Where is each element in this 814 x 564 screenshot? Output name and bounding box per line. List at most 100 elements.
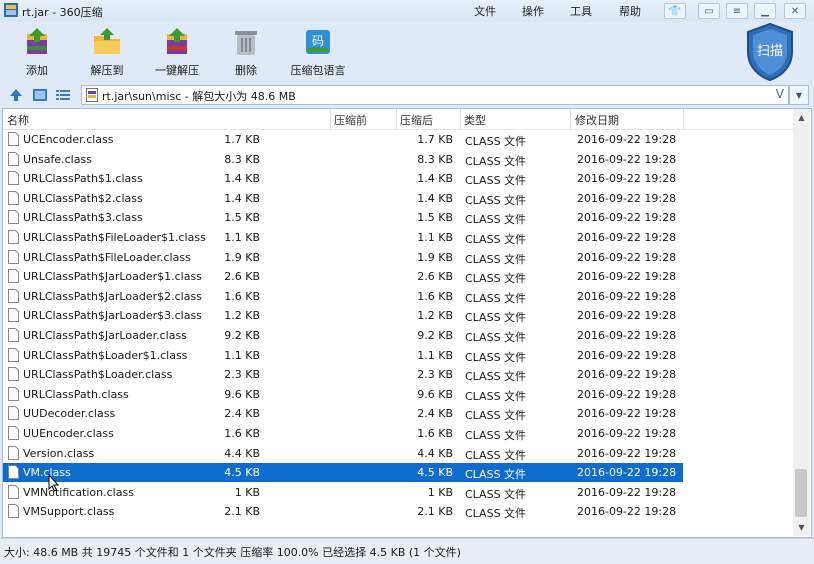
packed-before: 1.6 KB [224,427,260,440]
file-name: URLClassPath$1.class [23,172,143,186]
modified-date: 2016-09-22 19:28 [577,172,677,186]
table-row[interactable]: URLClassPath$JarLoader$1.class 2.6 KB 2.6 … [3,267,683,286]
packed-after: 9.2 KB [417,329,453,342]
table-row[interactable]: URLClassPath$Loader$1.class 1.1 KB 1.1 KB C… [3,346,683,365]
modified-date: 2016-09-22 19:28 [577,250,677,264]
delete-label: 删除 [235,64,257,77]
scroll-thumb[interactable] [795,469,807,517]
status-text: 大小: 48.6 MB 共 19745 个文件和 1 个文件夹 压缩率 100.… [4,546,461,559]
file-name: URLClassPath.class [23,387,129,401]
file-icon [8,269,19,284]
table-row[interactable]: URLClassPath$Loader.class 2.3 KB 2.3 KB CLA… [3,365,683,384]
file-icon [8,308,19,323]
one-click-extract-button[interactable]: 一键解压 [152,26,202,82]
file-name: URLClassPath$2.class [23,191,143,205]
column-divider[interactable] [460,109,461,129]
table-row[interactable]: URLClassPath$FileLoader$1.class 1.1 KB 1.1… [3,228,683,247]
add-button[interactable]: 添加 [18,26,56,82]
shield-icon: 扫描 [747,22,793,82]
table-row[interactable]: URLClassPath$JarLoader$2.class 1.6 KB 1.6 … [3,287,683,306]
modified-date: 2016-09-22 19:28 [577,329,677,342]
table-row[interactable]: URLClassPath$JarLoader.class 9.2 KB 9.2 KB… [3,326,683,345]
scan-button[interactable]: 扫描 [744,22,796,82]
packed-before: 2.4 KB [224,407,260,421]
table-row[interactable]: Version.class 4.4 KB 4.4 KB CLASS 文件 2016-09… [3,444,683,463]
file-type: CLASS 文件 [465,174,527,188]
file-type: CLASS 文件 [465,272,527,286]
extract-to-button[interactable]: 解压到 [84,26,130,82]
table-row[interactable]: VMNotification.class 1 KB 1 KB CLASS 文件 2016… [3,483,683,502]
column-name[interactable]: 名称 [7,112,29,128]
chat-icon: ▭ [704,5,714,17]
column-divider[interactable] [396,109,397,129]
menu-operation[interactable]: 操作 [522,3,544,19]
path-dropdown-button[interactable]: ▼ [789,85,809,105]
menu-tools[interactable]: 工具 [570,3,592,19]
table-row[interactable]: URLClassPath$JarLoader$3.class 1.2 KB 1.2 … [3,306,683,325]
minimize-icon: ▁ [761,5,769,17]
table-row[interactable]: Unsafe.class 8.3 KB 8.3 KB CLASS 文件 2016-09-… [3,150,683,169]
column-divider[interactable] [330,109,331,129]
chevron-down-icon: ▼ [795,90,803,100]
table-row[interactable]: URLClassPath$1.class 1.4 KB 1.4 KB CLASS 文件… [3,169,683,188]
path-field[interactable]: rt.jar\sun\misc - 解包大小为 48.6 MB V [81,85,789,105]
address-bar: rt.jar\sun\misc - 解包大小为 48.6 MB V ▼ [0,84,814,106]
thumbnail-view-icon[interactable] [32,87,48,103]
modified-date: 2016-09-22 19:28 [577,427,677,440]
path-v-glyph[interactable]: V [776,87,784,101]
table-row[interactable]: URLClassPath$2.class 1.4 KB 1.4 KB CLASS 文件… [3,189,683,208]
file-icon [8,465,19,480]
file-list: 名称 压缩前 压缩后 类型 修改日期 UCEncoder.class 1.7 KB… [2,108,812,538]
modified-date: 2016-09-22 19:28 [577,348,677,362]
packed-before: 2.6 KB [224,270,260,284]
title-bar: rt.jar - 360压缩 文件 操作 工具 帮助 👕 ▭ ≡ ▁ ✕ [0,0,814,22]
file-icon [8,406,19,421]
skin-button[interactable]: 👕 [664,3,686,19]
table-row[interactable]: VMSupport.class 2.1 KB 2.1 KB CLASS 文件 2016-… [3,502,683,521]
file-name: VMSupport.class [23,505,115,519]
column-type[interactable]: 类型 [464,112,486,128]
vertical-scrollbar[interactable]: ▲ ▼ [793,109,810,536]
feedback-button[interactable]: ▭ [698,3,720,19]
file-icon [8,288,19,303]
table-row[interactable]: URLClassPath$FileLoader.class 1.9 KB 1.9 K… [3,248,683,267]
column-packed-after[interactable]: 压缩后 [400,112,433,128]
modified-date: 2016-09-22 19:28 [577,231,677,244]
packed-after: 1.6 KB [417,427,453,440]
packed-before: 4.4 KB [224,446,260,460]
table-row[interactable]: UUDecoder.class 2.4 KB 2.4 KB CLASS 文件 2016-… [3,404,683,423]
table-row[interactable]: VM.class 4.5 KB 4.5 KB CLASS 文件 2016-09-22 1… [3,463,683,483]
delete-button[interactable]: 删除 [228,26,264,82]
file-name: Version.class [23,446,95,460]
up-arrow-icon[interactable] [8,87,24,103]
table-row[interactable]: UCEncoder.class 1.7 KB 1.7 KB CLASS 文件 2016-… [3,130,683,149]
column-divider[interactable] [683,109,684,129]
file-name: UCEncoder.class [23,133,114,146]
scroll-down-icon[interactable]: ▼ [793,519,810,535]
archive-language-button[interactable]: 码 压缩包语言 [288,26,348,82]
column-modified[interactable]: 修改日期 [575,112,619,128]
table-row[interactable]: UUEncoder.class 1.6 KB 1.6 KB CLASS 文件 2016-… [3,424,683,443]
menu-help[interactable]: 帮助 [619,3,641,19]
archive-file-icon [86,88,98,102]
column-packed-before[interactable]: 压缩前 [334,112,367,128]
file-name: URLClassPath$JarLoader$3.class [23,309,202,323]
file-icon [8,132,19,146]
scroll-up-icon[interactable]: ▲ [793,109,810,125]
table-row[interactable]: URLClassPath$3.class 1.5 KB 1.5 KB CLASS 文件… [3,208,683,227]
file-icon [8,484,19,499]
folder-extract-icon [94,28,120,54]
minimize-button[interactable]: ▁ [754,3,776,19]
close-button[interactable]: ✕ [784,3,806,19]
settings-button[interactable]: ≡ [726,3,748,19]
file-icon [8,210,19,225]
packed-before: 1.9 KB [224,250,260,264]
file-type: CLASS 文件 [465,468,527,482]
packed-after: 1.4 KB [417,191,453,205]
list-view-icon[interactable] [55,87,71,103]
packed-before: 4.5 KB [224,466,260,480]
archive-language-label: 压缩包语言 [290,64,346,77]
table-row[interactable]: URLClassPath.class 9.6 KB 9.6 KB CLASS 文件 20… [3,385,683,404]
menu-file[interactable]: 文件 [474,3,496,19]
column-divider[interactable] [570,109,571,129]
